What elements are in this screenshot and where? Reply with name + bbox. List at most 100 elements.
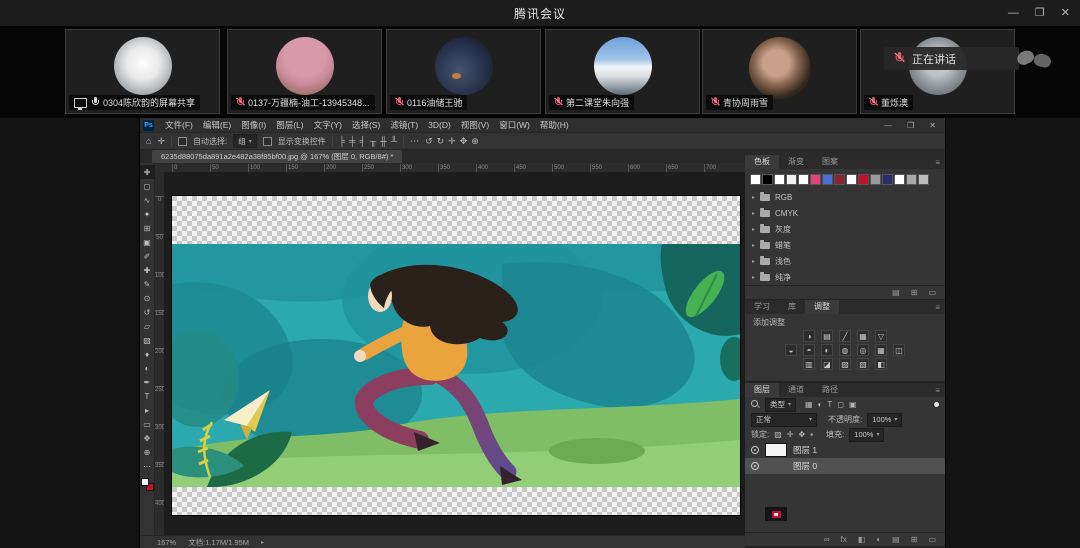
swatch-group[interactable]: ▸纯净: [745, 269, 945, 285]
history-brush-tool[interactable]: ↺: [140, 305, 155, 319]
layer-thumbnail[interactable]: [765, 507, 787, 521]
spot-healing-tool[interactable]: ✚: [140, 263, 155, 277]
layer-mask-icon[interactable]: ◧: [858, 535, 866, 544]
shape-tool[interactable]: ▭: [140, 417, 155, 431]
color-swatch[interactable]: [762, 174, 773, 185]
selective-color-icon[interactable]: ▧: [857, 358, 869, 370]
layer-name[interactable]: 图层 1: [793, 444, 817, 456]
ps-minimize-button[interactable]: —: [884, 121, 892, 130]
home-icon[interactable]: ⌂: [146, 133, 151, 149]
tab-patterns[interactable]: 图案: [813, 155, 847, 169]
more-options-icon[interactable]: ⋯: [410, 133, 419, 149]
curves-icon[interactable]: ╱: [839, 330, 851, 342]
mask-icon[interactable]: ◧: [875, 358, 887, 370]
frame-tool[interactable]: ▣: [140, 235, 155, 249]
swatch-group[interactable]: ▸灰度: [745, 221, 945, 237]
participant-tile[interactable]: 0137-万疆楠-油工-13945348...: [227, 29, 382, 114]
hand-tool[interactable]: ✥: [140, 431, 155, 445]
expand-caret-icon[interactable]: ▸: [752, 194, 755, 201]
participant-tile[interactable]: 青协周雨雪: [702, 29, 857, 114]
minimize-button[interactable]: —: [1008, 0, 1019, 26]
threshold-icon[interactable]: ◪: [821, 358, 833, 370]
participant-tile-speaking[interactable]: 董烁澳: [860, 29, 1015, 114]
status-chevron-icon[interactable]: ▸: [261, 539, 264, 546]
lock-transparency-icon[interactable]: ▨: [774, 430, 782, 439]
menu-item[interactable]: 图像(I): [236, 118, 271, 132]
color-swatch[interactable]: [750, 174, 761, 185]
color-swatch[interactable]: [834, 174, 845, 185]
zoom-level[interactable]: 167%: [157, 538, 176, 547]
lock-all-icon[interactable]: ▪: [810, 430, 813, 439]
exposure-icon[interactable]: ▦: [857, 330, 869, 342]
swatch-group[interactable]: ▸浅色: [745, 253, 945, 269]
participant-tile[interactable]: 第二课堂朱向强: [545, 29, 700, 114]
expand-caret-icon[interactable]: ▸: [752, 226, 755, 233]
foreground-background-colors[interactable]: [141, 478, 154, 491]
ps-restore-button[interactable]: ❐: [907, 121, 914, 130]
quick-selection-tool[interactable]: ✦: [140, 207, 155, 221]
threed-mode-buttons[interactable]: ↺↻✛✥⊕: [425, 133, 479, 149]
color-swatch[interactable]: [798, 174, 809, 185]
vibrance-icon[interactable]: ▽: [875, 330, 887, 342]
lock-position-icon[interactable]: ✥: [799, 430, 806, 439]
color-swatch[interactable]: [870, 174, 881, 185]
menu-item[interactable]: 滤镜(T): [385, 118, 423, 132]
color-swatch[interactable]: [786, 174, 797, 185]
filter-pixel-layers-icon[interactable]: ▦: [805, 400, 813, 409]
layer-style-icon[interactable]: fx: [841, 535, 847, 544]
fill-value[interactable]: 100%▾: [849, 428, 884, 442]
gradient-tool[interactable]: ▨: [140, 333, 155, 347]
color-swatch[interactable]: [846, 174, 857, 185]
tab-channels[interactable]: 通道: [779, 383, 813, 397]
tab-learn[interactable]: 学习: [745, 300, 779, 314]
filter-smart-objects-icon[interactable]: ▣: [849, 400, 857, 409]
swatch-group[interactable]: ▸RGB: [745, 189, 945, 205]
color-swatch[interactable]: [918, 174, 929, 185]
panel-menu-icon[interactable]: ≡: [935, 158, 940, 167]
adjustment-layer-icon[interactable]: ◐: [876, 535, 881, 544]
color-balance-icon[interactable]: ◓: [803, 344, 815, 356]
swatch-group[interactable]: ▸CMYK: [745, 205, 945, 221]
blend-mode-dropdown[interactable]: 正常▾: [751, 413, 817, 427]
menu-item[interactable]: 窗口(W): [494, 118, 535, 132]
layer-row-1[interactable]: 图层 1: [745, 442, 945, 458]
filter-adjustment-layers-icon[interactable]: ◐: [818, 400, 823, 409]
delete-swatch-icon[interactable]: ▭: [928, 288, 936, 297]
ps-close-button[interactable]: ✕: [929, 121, 936, 130]
color-swatch[interactable]: [882, 174, 893, 185]
show-transform-checkbox[interactable]: [263, 137, 272, 146]
posterize-icon[interactable]: ▥: [803, 358, 815, 370]
menu-item[interactable]: 编辑(E): [198, 118, 236, 132]
dodge-tool[interactable]: ◐: [140, 361, 155, 375]
tab-paths[interactable]: 路径: [813, 383, 847, 397]
color-swatch[interactable]: [822, 174, 833, 185]
layer-filter-dropdown[interactable]: 类型▾: [765, 398, 796, 412]
blur-tool[interactable]: ♦: [140, 347, 155, 361]
participant-tile-screen-share[interactable]: 0304陈欣韵的屏幕共享: [65, 29, 220, 114]
expand-caret-icon[interactable]: ▸: [752, 242, 755, 249]
document-canvas[interactable]: [172, 196, 740, 515]
new-layer-icon[interactable]: ⊞: [911, 535, 918, 544]
menu-item[interactable]: 图层(L): [271, 118, 308, 132]
maximize-button[interactable]: ❐: [1035, 0, 1045, 26]
more-tools[interactable]: ⋯: [140, 459, 155, 473]
photo-filter-icon[interactable]: ◍: [839, 344, 851, 356]
opacity-value[interactable]: 100%▾: [867, 413, 902, 427]
canvas-area[interactable]: [164, 172, 745, 535]
color-swatch[interactable]: [774, 174, 785, 185]
channel-mixer-icon[interactable]: ◎: [857, 344, 869, 356]
pen-tool[interactable]: ✒: [140, 375, 155, 389]
filter-shape-layers-icon[interactable]: ◻: [837, 400, 844, 409]
invert-icon[interactable]: ◫: [893, 344, 905, 356]
menu-item[interactable]: 选择(S): [347, 118, 385, 132]
expand-caret-icon[interactable]: ▸: [752, 258, 755, 265]
brush-tool[interactable]: ✎: [140, 277, 155, 291]
panel-menu-icon[interactable]: ≡: [935, 386, 940, 395]
tab-layers[interactable]: 图层: [745, 383, 779, 397]
filter-toggle-icon[interactable]: [934, 402, 939, 407]
auto-select-dropdown[interactable]: 组▾: [233, 134, 257, 148]
layer-thumbnail[interactable]: [765, 443, 787, 457]
lasso-tool[interactable]: ∿: [140, 193, 155, 207]
layer-name[interactable]: 图层 0: [793, 460, 817, 472]
layer-row-0-selected[interactable]: 图层 0: [745, 458, 945, 474]
